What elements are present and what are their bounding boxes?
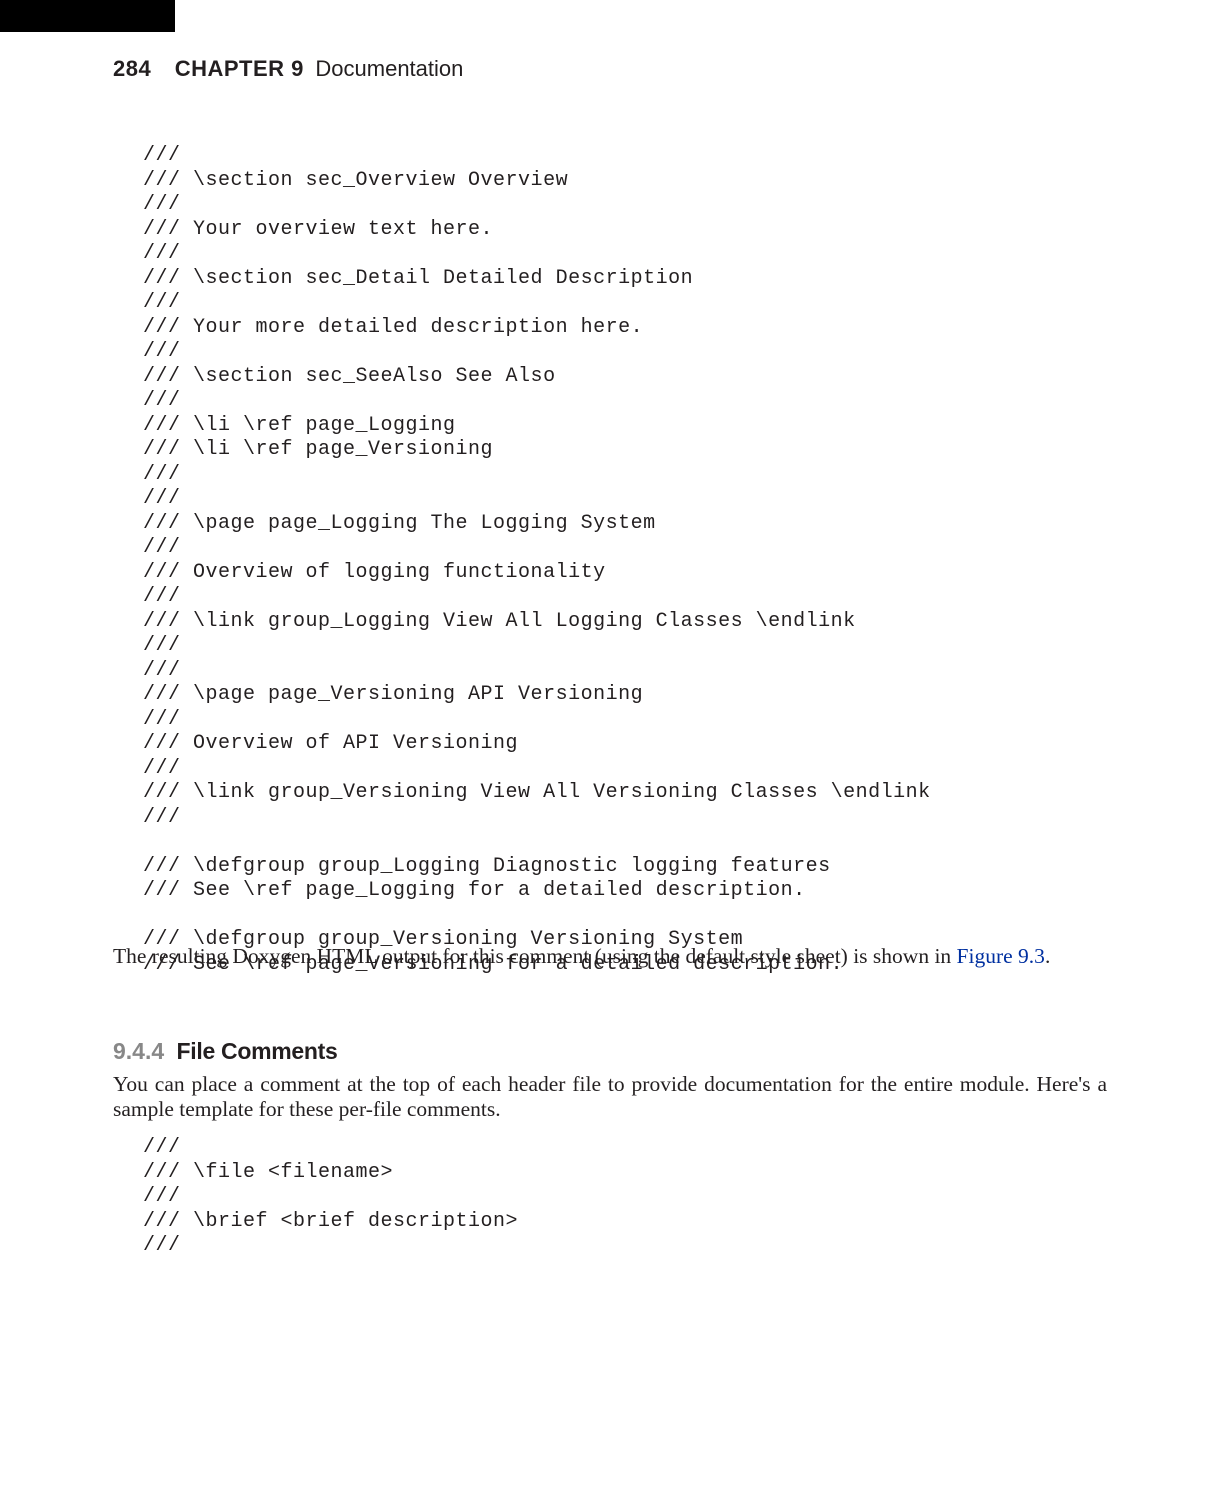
section-heading: 9.4.4 File Comments bbox=[113, 1038, 338, 1065]
code-listing-main: /// /// \section sec_Overview Overview /… bbox=[143, 144, 931, 977]
page-header: 284 CHAPTER 9 Documentation bbox=[113, 56, 463, 82]
header-black-tab bbox=[0, 0, 175, 32]
figure-reference-link[interactable]: Figure 9.3 bbox=[957, 944, 1045, 968]
para1-post: . bbox=[1045, 944, 1050, 968]
body-paragraph-filecomments: You can place a comment at the top of ea… bbox=[113, 1072, 1107, 1122]
body-paragraph-output: The resulting Doxygen HTML output for th… bbox=[113, 944, 1107, 969]
section-title: File Comments bbox=[177, 1038, 338, 1064]
code-listing-file-template: /// /// \file <filename> /// /// \brief … bbox=[143, 1136, 518, 1259]
chapter-title: Documentation bbox=[315, 56, 463, 81]
chapter-label: CHAPTER 9 bbox=[175, 56, 304, 81]
section-number: 9.4.4 bbox=[113, 1038, 164, 1064]
para1-pre: The resulting Doxygen HTML output for th… bbox=[113, 944, 957, 968]
page-number: 284 bbox=[113, 56, 151, 81]
